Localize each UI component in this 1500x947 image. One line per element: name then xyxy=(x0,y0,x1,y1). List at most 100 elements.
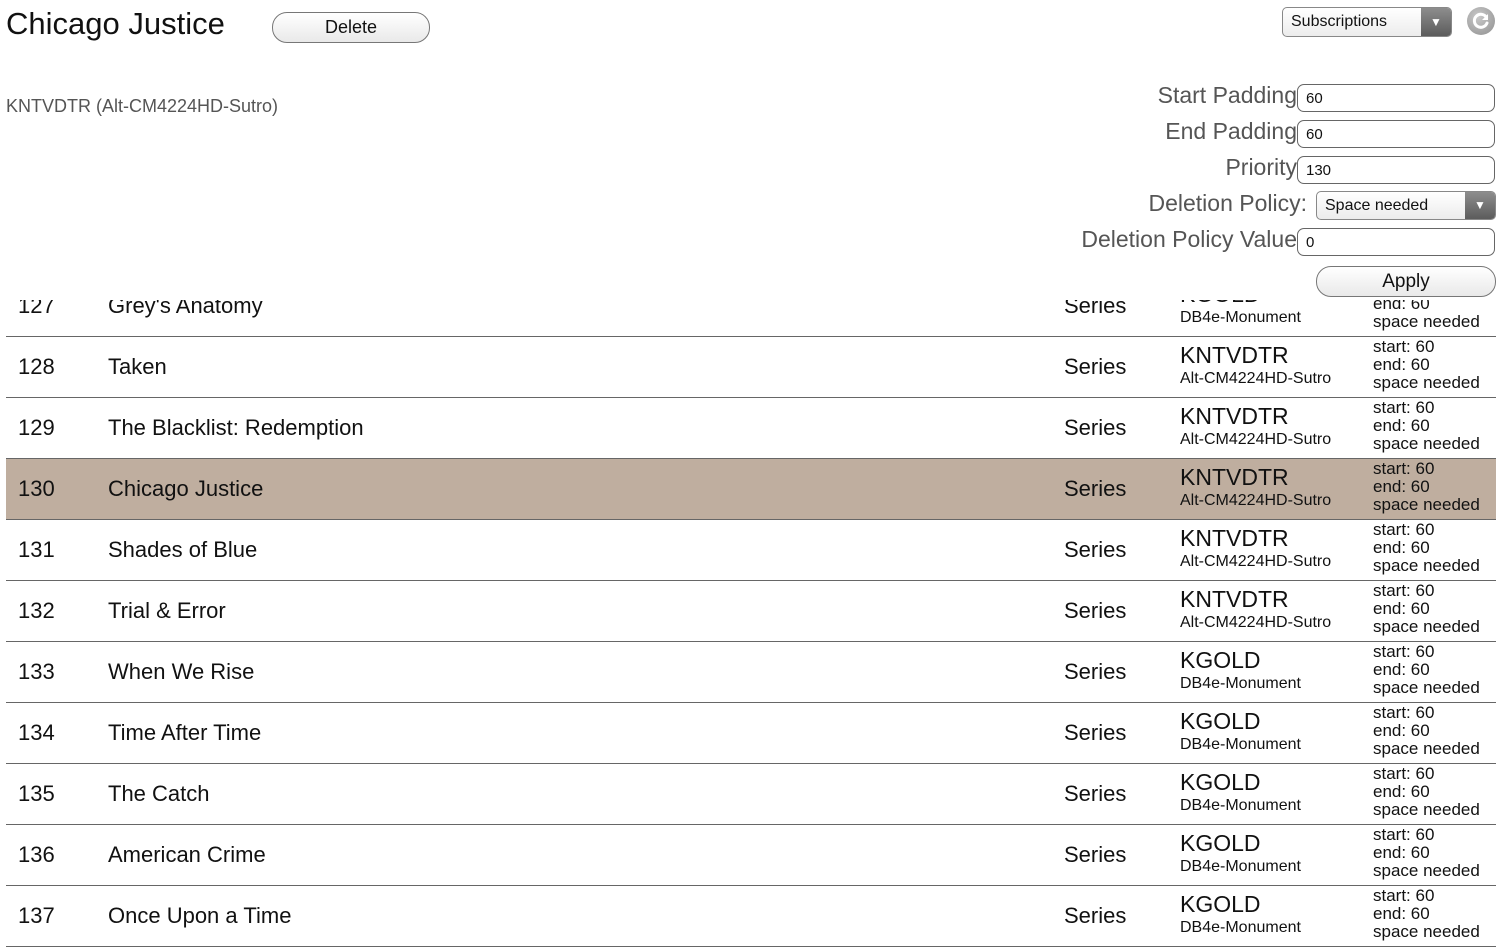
view-select[interactable]: Subscriptions ▼ xyxy=(1282,7,1452,37)
row-deletion-policy: space needed xyxy=(1373,556,1480,575)
row-channel: KGOLD xyxy=(1180,830,1261,856)
row-tuner: DB4e-Monument xyxy=(1180,797,1301,814)
table-row[interactable]: 132 Trial & Error Series KNTVDTR Alt-CM4224H… xyxy=(6,581,1496,642)
table-row[interactable]: 128 Taken Series KNTVDTR Alt-CM4224HD-Sutro s… xyxy=(6,337,1496,398)
row-tuner: Alt-CM4224HD-Sutro xyxy=(1180,553,1332,570)
priority-label: Priority xyxy=(1225,154,1297,180)
row-padding-info: start: 60end: 60space needed xyxy=(1373,887,1480,941)
row-type: Series xyxy=(1064,842,1127,867)
row-end-padding: end: 60 xyxy=(1373,477,1430,496)
row-start-padding: start: 60 xyxy=(1373,337,1435,356)
row-end-padding: end: 60 xyxy=(1373,538,1430,557)
row-type: Series xyxy=(1064,903,1127,928)
row-end-padding: end: 60 xyxy=(1373,843,1430,862)
chevron-down-icon: ▼ xyxy=(1421,8,1451,36)
start-padding-input[interactable] xyxy=(1297,84,1495,112)
row-deletion-policy: space needed xyxy=(1373,678,1480,697)
row-type: Series xyxy=(1064,476,1127,501)
deletion-policy-label: Deletion Policy: xyxy=(1148,190,1307,216)
row-padding-info: start: 60end: 60space needed xyxy=(1373,338,1480,392)
channel-subtitle: KNTVDTR (Alt-CM4224HD-Sutro) xyxy=(6,96,279,116)
deletion-policy-value-input[interactable] xyxy=(1297,228,1495,256)
row-number: 130 xyxy=(18,476,55,501)
row-deletion-policy: space needed xyxy=(1373,922,1480,941)
row-title: Trial & Error xyxy=(108,598,226,623)
row-tuner: Alt-CM4224HD-Sutro xyxy=(1180,431,1332,448)
row-title: The Blacklist: Redemption xyxy=(108,415,364,440)
start-padding-label: Start Padding xyxy=(1157,82,1297,108)
table-row[interactable]: 134 Time After Time Series KGOLD DB4e-Monume… xyxy=(6,703,1496,764)
row-start-padding: start: 60 xyxy=(1373,459,1435,478)
row-padding-info: start: 60end: 60space needed xyxy=(1373,765,1480,819)
row-deletion-policy: space needed xyxy=(1373,495,1480,514)
row-deletion-policy: space needed xyxy=(1373,373,1480,392)
apply-button[interactable]: Apply xyxy=(1316,266,1496,297)
row-end-padding: end: 60 xyxy=(1373,904,1430,923)
row-number: 134 xyxy=(18,720,55,745)
chevron-down-icon: ▼ xyxy=(1465,192,1495,219)
row-padding-info: start: 60end: 60space needed xyxy=(1373,582,1480,636)
row-end-padding: end: 60 xyxy=(1373,599,1430,618)
row-type: Series xyxy=(1064,415,1127,440)
row-tuner: Alt-CM4224HD-Sutro xyxy=(1180,492,1332,509)
deletion-policy-select-value: Space needed xyxy=(1325,197,1429,214)
row-number: 128 xyxy=(18,354,55,379)
row-channel: KGOLD xyxy=(1180,891,1261,917)
table-row[interactable]: 133 When We Rise Series KGOLD DB4e-Monument s… xyxy=(6,642,1496,703)
row-tuner: DB4e-Monument xyxy=(1180,675,1301,692)
row-type: Series xyxy=(1064,537,1127,562)
row-end-padding: end: 60 xyxy=(1373,782,1430,801)
table-row[interactable]: 136 American Crime Series KGOLD DB4e-Monumen… xyxy=(6,825,1496,886)
refresh-icon[interactable] xyxy=(1467,7,1495,35)
header: Chicago Justice Delete KNTVDTR (Alt-CM42… xyxy=(0,0,1500,300)
row-channel: KNTVDTR xyxy=(1180,342,1289,368)
row-number: 133 xyxy=(18,659,55,684)
row-end-padding: end: 60 xyxy=(1373,721,1430,740)
row-tuner: DB4e-Monument xyxy=(1180,309,1301,326)
row-end-padding: end: 60 xyxy=(1373,355,1430,374)
row-start-padding: start: 60 xyxy=(1373,581,1435,600)
row-padding-info: start: 60end: 60space needed xyxy=(1373,643,1480,697)
row-tuner: Alt-CM4224HD-Sutro xyxy=(1180,614,1332,631)
deletion-policy-value-label: Deletion Policy Value xyxy=(1081,226,1297,252)
row-tuner: DB4e-Monument xyxy=(1180,736,1301,753)
row-title: When We Rise xyxy=(108,659,255,684)
row-title: American Crime xyxy=(108,842,266,867)
row-number: 129 xyxy=(18,415,55,440)
row-start-padding: start: 60 xyxy=(1373,398,1435,417)
priority-input[interactable] xyxy=(1297,156,1495,184)
row-start-padding: start: 60 xyxy=(1373,764,1435,783)
row-tuner: DB4e-Monument xyxy=(1180,919,1301,936)
row-channel: KGOLD xyxy=(1180,708,1261,734)
row-type: Series xyxy=(1064,354,1127,379)
row-title: Time After Time xyxy=(108,720,262,745)
view-select-value: Subscriptions xyxy=(1291,13,1388,30)
row-start-padding: start: 60 xyxy=(1373,886,1435,905)
row-padding-info: start: 60end: 60space needed xyxy=(1373,521,1480,575)
row-deletion-policy: space needed xyxy=(1373,312,1480,331)
table-row[interactable]: 129 The Blacklist: Redemption Series KNTVDT… xyxy=(6,398,1496,459)
table-row[interactable]: 131 Shades of Blue Series KNTVDTR Alt-CM4224… xyxy=(6,520,1496,581)
end-padding-label: End Padding xyxy=(1165,118,1297,144)
row-type: Series xyxy=(1064,598,1127,623)
delete-button[interactable]: Delete xyxy=(272,12,430,43)
row-number: 137 xyxy=(18,903,55,928)
row-number: 131 xyxy=(18,537,55,562)
row-deletion-policy: space needed xyxy=(1373,617,1480,636)
table-row[interactable]: 135 The Catch Series KGOLD DB4e-Monument star… xyxy=(6,764,1496,825)
table-row[interactable]: 137 Once Upon a Time Series KGOLD DB4e-Monum… xyxy=(6,886,1496,947)
row-padding-info: start: 60end: 60space needed xyxy=(1373,399,1480,453)
row-title: Shades of Blue xyxy=(108,537,258,562)
end-padding-input[interactable] xyxy=(1297,120,1495,148)
table-row[interactable]: 130 Chicago Justice Series KNTVDTR Alt-CM422… xyxy=(6,459,1496,520)
row-number: 135 xyxy=(18,781,55,806)
row-type: Series xyxy=(1064,720,1127,745)
row-end-padding: end: 60 xyxy=(1373,660,1430,679)
row-channel: KGOLD xyxy=(1180,647,1261,673)
row-title: Chicago Justice xyxy=(108,476,264,501)
deletion-policy-select[interactable]: Space needed ▼ xyxy=(1316,191,1496,220)
row-start-padding: start: 60 xyxy=(1373,825,1435,844)
row-deletion-policy: space needed xyxy=(1373,861,1480,880)
row-number: 132 xyxy=(18,598,55,623)
row-padding-info: start: 60end: 60space needed xyxy=(1373,826,1480,880)
